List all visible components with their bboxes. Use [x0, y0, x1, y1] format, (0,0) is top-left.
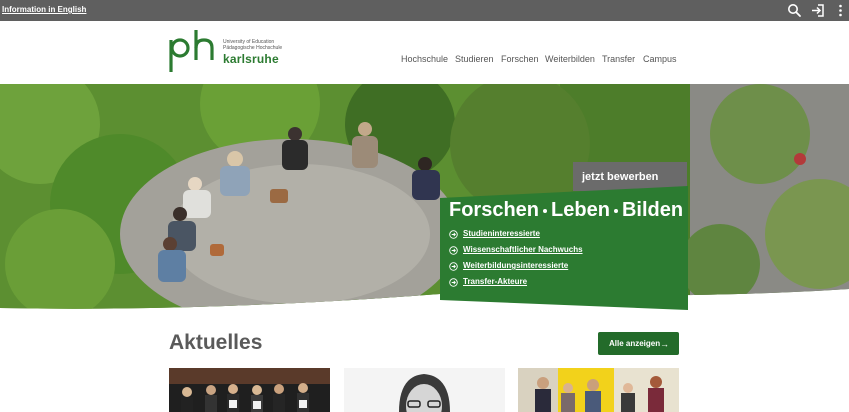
arrow-circle-icon — [449, 262, 458, 271]
link-label: Wissenschaftlicher Nachwuchs — [463, 245, 583, 254]
headline-part-leben: Leben — [551, 199, 610, 221]
site-header: University of Education Pädagogische Hoc… — [0, 21, 849, 84]
nav-item-studieren[interactable]: Studieren — [455, 54, 494, 64]
news-card[interactable] — [518, 368, 679, 412]
nav-item-campus[interactable]: Campus — [643, 54, 677, 64]
award-photo-image — [518, 368, 679, 412]
nav-item-forschen[interactable]: Forschen — [501, 54, 539, 64]
link-label: Studieninteressierte — [463, 229, 540, 238]
news-card[interactable] — [344, 368, 505, 412]
logo-subtitle-german: Pädagogische Hochschule — [223, 45, 283, 51]
nav-item-transfer[interactable]: Transfer — [602, 54, 635, 64]
show-all-label: Alle anzeigen — [609, 339, 661, 348]
utility-bar: Information in English — [0, 0, 849, 21]
headline-part-forschen: Forschen — [449, 199, 540, 221]
nav-item-weiterbilden[interactable]: Weiterbilden — [545, 54, 595, 64]
link-label: Weiterbildungsinteressierte — [463, 261, 569, 270]
arrow-circle-icon — [449, 230, 458, 239]
headline-part-bilden: Bilden — [621, 199, 684, 221]
arrow-circle-icon — [449, 278, 458, 287]
english-info-link[interactable]: Information in English — [2, 5, 86, 14]
login-icon[interactable] — [810, 3, 825, 18]
logo-wordmark: karlsruhe — [223, 52, 279, 66]
link-label: Transfer-Akteure — [463, 277, 528, 286]
separator-dot — [543, 208, 548, 213]
hero-image — [0, 84, 849, 312]
site-logo[interactable]: University of Education Pädagogische Hoc… — [168, 28, 288, 74]
ph-logo-mark — [169, 30, 214, 72]
news-section-title: Aktuelles — [169, 331, 263, 354]
search-icon[interactable] — [787, 3, 802, 18]
arrow-right-icon: → — [660, 339, 669, 349]
show-all-news-button[interactable]: Alle anzeigen → — [598, 332, 679, 355]
more-vertical-icon[interactable] — [833, 3, 848, 18]
separator-dot — [613, 208, 618, 213]
news-card[interactable] — [169, 368, 330, 412]
hero-headline: Forschen Leben Bilden — [449, 199, 683, 222]
group-photo-image — [169, 368, 330, 412]
portrait-photo-image — [344, 368, 505, 412]
arrow-circle-icon — [449, 246, 458, 255]
nav-item-hochschule[interactable]: Hochschule — [401, 54, 448, 64]
